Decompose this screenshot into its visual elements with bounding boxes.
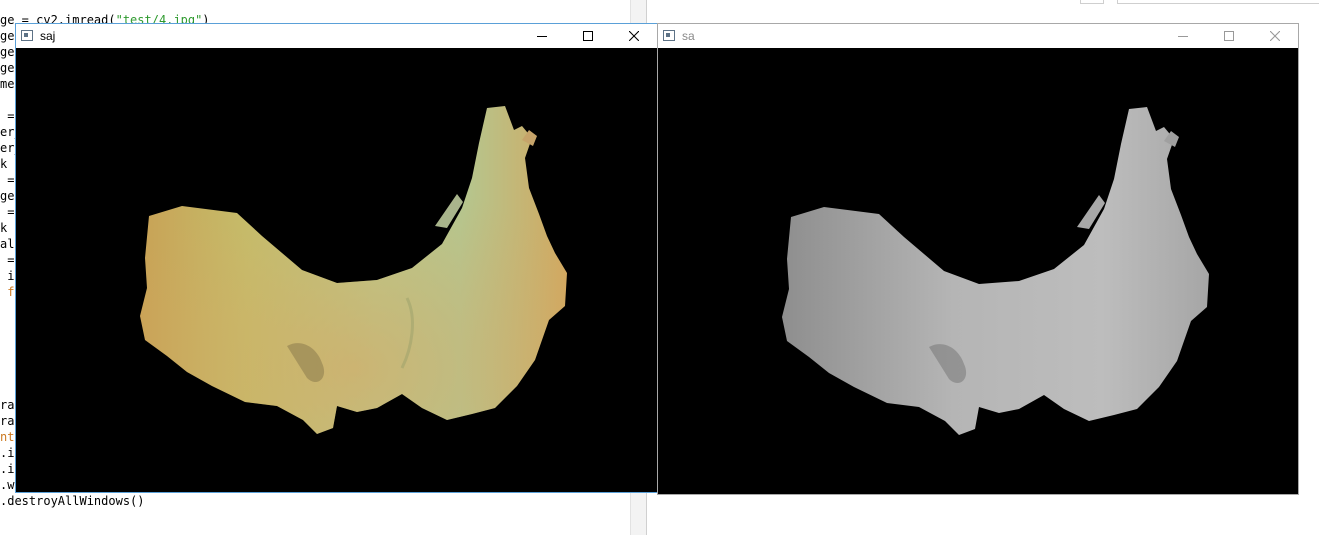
code-line: = xyxy=(0,253,15,267)
minimize-button[interactable] xyxy=(519,24,565,48)
code-line: me xyxy=(0,77,15,91)
code-line: = xyxy=(0,205,15,219)
code-line: = xyxy=(0,109,15,123)
image-window-sa[interactable]: sa xyxy=(657,23,1299,495)
window-titlebar[interactable]: sa xyxy=(658,24,1298,48)
toolbar-box xyxy=(1080,0,1104,4)
code-line: al xyxy=(0,237,15,251)
code-line: ge xyxy=(0,189,15,203)
maximize-button[interactable] xyxy=(565,24,611,48)
maximize-icon xyxy=(583,31,593,41)
app-icon xyxy=(21,30,33,41)
minimize-icon xyxy=(1178,36,1188,37)
minimize-button[interactable] xyxy=(1160,24,1206,48)
app-icon xyxy=(663,30,675,41)
close-button[interactable] xyxy=(611,24,657,48)
code-line: nt xyxy=(0,430,15,444)
close-button[interactable] xyxy=(1252,24,1298,48)
window-titlebar[interactable]: saj xyxy=(16,24,657,48)
image-window-saj[interactable]: saj xyxy=(15,23,658,493)
color-mask-image xyxy=(140,106,567,434)
image-viewport xyxy=(17,48,656,491)
code-line: ge xyxy=(0,29,15,43)
image-viewport xyxy=(659,48,1297,493)
toolbar-field xyxy=(1117,0,1319,4)
code-line: ge xyxy=(0,45,15,59)
code-line: .destroyAllWindows() xyxy=(0,494,145,508)
close-icon xyxy=(1270,31,1280,41)
minimize-icon xyxy=(537,36,547,37)
code-line: i xyxy=(0,269,15,283)
maximize-icon xyxy=(1224,31,1234,41)
grayscale-mask-image xyxy=(782,107,1209,435)
close-icon xyxy=(629,31,639,41)
code-line: ge xyxy=(0,61,15,75)
window-title: saj xyxy=(40,29,56,43)
window-title: sa xyxy=(682,29,695,43)
code-line: = xyxy=(0,173,15,187)
maximize-button[interactable] xyxy=(1206,24,1252,48)
